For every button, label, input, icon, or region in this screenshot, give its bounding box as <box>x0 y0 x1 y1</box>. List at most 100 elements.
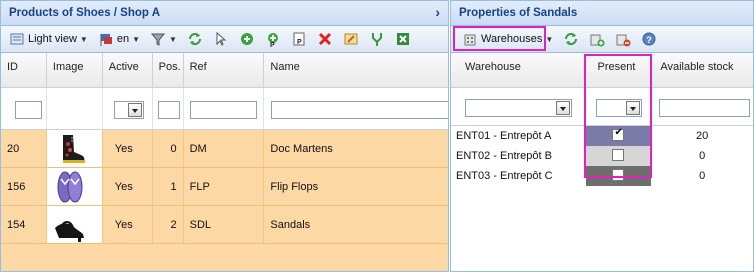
chevron-down-icon <box>127 103 142 117</box>
products-filter-row <box>1 88 448 130</box>
refresh-icon <box>187 31 203 47</box>
table-row[interactable]: 156 Yes 1 FLP Flip Flops <box>1 168 448 206</box>
duplicate-product-icon: P <box>291 31 307 47</box>
warehouses-grid-header: Warehouse Present Available stock <box>451 53 753 88</box>
refresh-button[interactable] <box>183 29 207 50</box>
add-warehouse-button[interactable] <box>585 29 609 50</box>
row-ref: DM <box>184 130 265 167</box>
merge-button[interactable] <box>365 29 389 50</box>
svg-text:P: P <box>270 42 275 47</box>
row-name: Sandals <box>270 219 311 231</box>
warehouses-button[interactable]: Warehouses ▼ <box>455 29 557 50</box>
products-panel: Products of Shoes / Shop A › Light view … <box>0 0 449 272</box>
row-pos: 2 <box>153 206 184 243</box>
duplicate-product-button[interactable]: P <box>287 29 311 50</box>
present-checkbox[interactable] <box>612 169 625 181</box>
pos-filter-input[interactable] <box>157 101 180 119</box>
properties-panel-title: Properties of Sandals <box>459 7 578 19</box>
filter-button[interactable]: ▼ <box>146 29 181 50</box>
column-header-name[interactable]: Name <box>264 53 448 87</box>
available-stock: 0 <box>699 170 706 182</box>
table-row[interactable]: 154 Yes 2 SDL Sandals <box>1 206 448 244</box>
column-header-id[interactable]: ID <box>1 53 47 87</box>
row-name: Doc Martens <box>270 143 333 155</box>
refresh-icon <box>563 31 579 47</box>
products-toolbar: Light view ▼ en ▼ ▼ P P <box>1 26 448 53</box>
ref-filter-input[interactable] <box>189 101 257 119</box>
refresh-button[interactable] <box>559 29 583 50</box>
boot-thumbnail-icon <box>50 132 89 166</box>
column-header-available-stock[interactable]: Available stock <box>651 53 753 87</box>
chevron-down-icon: ▼ <box>169 34 177 44</box>
row-ref: SDL <box>184 206 265 243</box>
warehouse-filter-select[interactable] <box>465 99 572 117</box>
column-header-image[interactable]: Image <box>47 53 103 87</box>
delete-icon <box>317 31 333 47</box>
properties-panel: Properties of Sandals Warehouses ▼ ? War… <box>450 0 754 272</box>
row-id: 156 <box>1 168 47 205</box>
present-filter-select[interactable] <box>595 99 642 117</box>
chevron-down-icon: ▼ <box>132 34 141 44</box>
remove-warehouse-icon <box>615 31 631 47</box>
select-button[interactable] <box>209 29 233 50</box>
products-panel-header: Products of Shoes / Shop A › <box>1 1 448 26</box>
products-grid-header: ID Image Active Pos. Ref Name <box>1 53 448 88</box>
delete-button[interactable] <box>313 29 337 50</box>
stock-filter-input[interactable] <box>659 99 751 117</box>
name-filter-input[interactable] <box>271 101 448 119</box>
light-view-button[interactable]: Light view ▼ <box>5 29 92 50</box>
column-header-active[interactable]: Active <box>103 53 153 87</box>
remove-warehouse-button[interactable] <box>611 29 635 50</box>
row-active: Yes <box>103 130 153 167</box>
products-panel-title: Products of Shoes / Shop A <box>9 7 160 19</box>
warehouses-filter-row <box>451 88 753 126</box>
merge-icon <box>369 31 385 47</box>
row-id: 154 <box>1 206 47 243</box>
help-button[interactable]: ? <box>637 29 661 50</box>
warehouse-row[interactable]: ENT02 - Entrepôt B 0 <box>451 146 753 166</box>
row-ref: FLP <box>184 168 265 205</box>
language-label: en <box>116 33 130 45</box>
chevron-down-icon: ▼ <box>545 34 554 44</box>
column-header-warehouse[interactable]: Warehouse <box>451 53 586 87</box>
column-header-present[interactable]: Present <box>586 53 652 87</box>
column-header-ref[interactable]: Ref <box>184 53 265 87</box>
help-icon: ? <box>641 31 657 47</box>
warehouse-row[interactable]: ENT01 - Entrepôt A 20 <box>451 126 753 146</box>
add-icon <box>239 31 255 47</box>
add-button[interactable] <box>235 29 259 50</box>
warehouse-name: ENT02 - Entrepôt B <box>456 150 552 162</box>
properties-toolbar: Warehouses ▼ ? <box>451 26 753 53</box>
excel-icon <box>395 31 411 47</box>
available-stock: 20 <box>696 130 709 142</box>
active-filter-select[interactable] <box>113 101 144 119</box>
svg-text:?: ? <box>646 35 652 45</box>
available-stock: 0 <box>699 150 706 162</box>
filter-icon <box>150 31 166 47</box>
row-name: Flip Flops <box>270 181 319 193</box>
table-row[interactable]: 20 Yes 0 DM Doc Martens <box>1 130 448 168</box>
row-active: Yes <box>103 206 153 243</box>
collapse-arrow-icon[interactable]: › <box>435 4 440 20</box>
add-product-icon: P <box>265 31 281 49</box>
present-checkbox[interactable] <box>612 149 625 161</box>
edit-button[interactable] <box>339 29 363 50</box>
flip-flop-thumbnail-icon <box>50 170 89 204</box>
warehouses-label: Warehouses <box>481 33 543 45</box>
present-checkbox[interactable] <box>612 127 625 141</box>
export-excel-button[interactable] <box>391 29 415 50</box>
warehouse-name: ENT03 - Entrepôt C <box>456 170 553 182</box>
edit-icon <box>343 31 359 47</box>
add-product-button[interactable]: P <box>261 29 285 50</box>
column-header-pos[interactable]: Pos. <box>153 53 184 87</box>
properties-panel-header: Properties of Sandals <box>451 1 753 26</box>
row-active: Yes <box>103 168 153 205</box>
row-id: 20 <box>1 130 47 167</box>
language-button[interactable]: en ▼ <box>94 29 144 50</box>
chevron-down-icon <box>556 101 570 115</box>
id-filter-input[interactable] <box>15 101 42 119</box>
warehouse-row[interactable]: ENT03 - Entrepôt C 0 <box>451 166 753 186</box>
row-pos: 1 <box>153 168 184 205</box>
warehouse-name: ENT01 - Entrepôt A <box>456 130 552 142</box>
sandal-thumbnail-icon <box>50 208 89 242</box>
